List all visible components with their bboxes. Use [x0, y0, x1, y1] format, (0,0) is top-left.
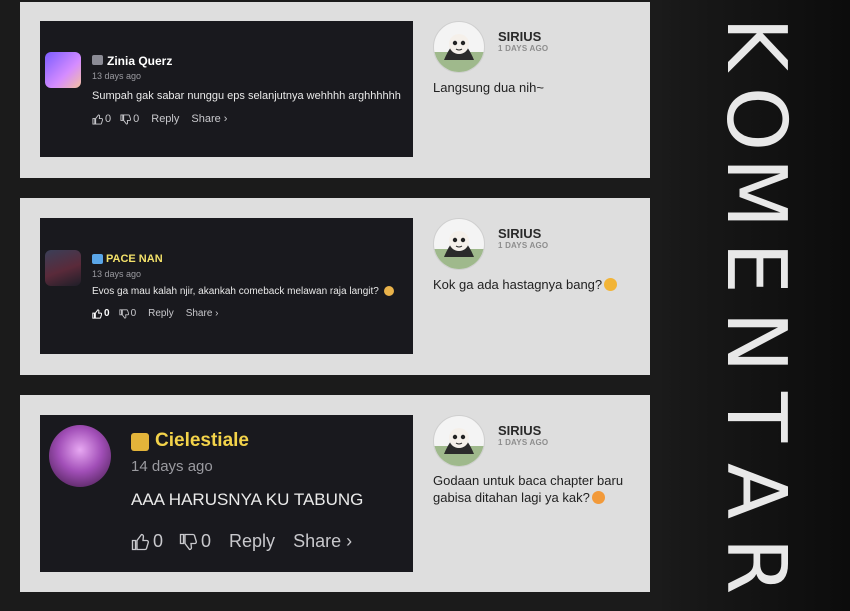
share-button[interactable]: Share › [293, 531, 352, 552]
like-count: 0 [105, 113, 112, 125]
reply-avatar [433, 21, 485, 73]
reply-panel: SIRIUS 1 DAYS AGO Kok ga ada hastagnya b… [433, 218, 643, 368]
comment-screenshot: Zinia Querz 13 days ago Sumpah gak sabar… [40, 21, 413, 157]
comment-card: PACE NAN 13 days ago Evos ga mau kalah n… [20, 198, 650, 375]
side-title: K O M E N T A R [708, 10, 803, 600]
like-button[interactable]: 0 [131, 531, 163, 552]
character-avatar-icon [434, 428, 484, 466]
reply-time: 1 DAYS AGO [498, 241, 549, 250]
user-avatar [45, 250, 81, 286]
comment-username[interactable]: Zinia Querz [107, 54, 172, 68]
comment-card: Zinia Querz 13 days ago Sumpah gak sabar… [20, 2, 650, 178]
reply-text: Kok ga ada hastagnya bang? [433, 276, 643, 293]
comment-text-content: Evos ga mau kalah njir, akankah comeback… [92, 286, 379, 297]
comment-time: 13 days ago [92, 269, 142, 279]
dislike-button[interactable]: 0 [179, 531, 211, 552]
comment-time: 14 days ago [131, 458, 213, 475]
reply-avatar [433, 218, 485, 270]
reply-username: SIRIUS [498, 29, 542, 44]
like-count: 0 [104, 308, 110, 319]
comment-username[interactable]: Cielestiale [155, 430, 249, 452]
reply-time: 1 DAYS AGO [498, 44, 549, 53]
comment-time: 13 days ago [92, 71, 142, 81]
comment-actions: 0 0 Reply Share › [92, 113, 227, 125]
drops-icon [92, 254, 103, 264]
character-avatar-icon [434, 34, 484, 72]
reply-text-content: Langsung dua nih~ [433, 80, 544, 95]
comment-screenshot: PACE NAN 13 days ago Evos ga mau kalah n… [40, 218, 413, 354]
praying-emoji-icon [383, 286, 394, 296]
reply-text-content: Kok ga ada hastagnya bang? [433, 277, 603, 292]
dislike-button[interactable]: 0 [118, 308, 137, 319]
trophy-icon [131, 433, 149, 451]
thumb-up-icon [92, 113, 103, 125]
reply-time: 1 DAYS AGO [498, 438, 549, 447]
side-letter: R [708, 537, 803, 595]
user-avatar [49, 425, 111, 487]
reply-avatar [433, 415, 485, 467]
reply-button[interactable]: Reply [151, 113, 179, 125]
reply-button[interactable]: Reply [229, 531, 275, 552]
thinking-emoji-icon [604, 278, 618, 291]
user-avatar [45, 52, 81, 88]
like-count: 0 [153, 531, 164, 551]
comment-text: Sumpah gak sabar nunggu eps selanjutnya … [92, 90, 401, 102]
comment-screenshot: Cielestiale 14 days ago AAA HARUSNYA KU … [40, 415, 413, 572]
reply-panel: SIRIUS 1 DAYS AGO Langsung dua nih~ [433, 21, 643, 171]
comment-actions: 0 0 Reply Share › [92, 308, 219, 319]
laughing-emoji-icon [591, 491, 605, 504]
dislike-button[interactable]: 0 [120, 113, 139, 125]
reply-panel: SIRIUS 1 DAYS AGO Godaan untuk baca chap… [433, 415, 643, 565]
thumb-up-icon [131, 533, 149, 550]
thumb-up-icon [92, 308, 102, 319]
film-icon [92, 55, 103, 65]
reply-username: SIRIUS [498, 226, 542, 241]
comment-card: Cielestiale 14 days ago AAA HARUSNYA KU … [20, 395, 650, 592]
like-button[interactable]: 0 [92, 308, 110, 319]
reply-text: Godaan untuk baca chapter baru gabisa di… [433, 472, 643, 506]
dislike-count: 0 [133, 113, 140, 125]
comment-username[interactable]: PACE NAN [106, 253, 163, 265]
share-button[interactable]: Share › [191, 113, 227, 125]
character-avatar-icon [434, 231, 484, 269]
dislike-count: 0 [201, 531, 212, 551]
like-button[interactable]: 0 [92, 113, 111, 125]
comment-text: AAA HARUSNYA KU TABUNG [131, 490, 364, 509]
reply-text: Langsung dua nih~ [433, 79, 643, 96]
thumb-down-icon [120, 113, 132, 125]
thumb-down-icon [118, 308, 129, 319]
comment-actions: 0 0 Reply Share › [131, 531, 352, 552]
reply-username: SIRIUS [498, 423, 542, 438]
thumb-down-icon [179, 533, 198, 550]
reply-button[interactable]: Reply [148, 308, 174, 319]
comment-text: Evos ga mau kalah njir, akankah comeback… [92, 286, 394, 297]
share-button[interactable]: Share › [186, 308, 219, 319]
dislike-count: 0 [130, 308, 137, 319]
